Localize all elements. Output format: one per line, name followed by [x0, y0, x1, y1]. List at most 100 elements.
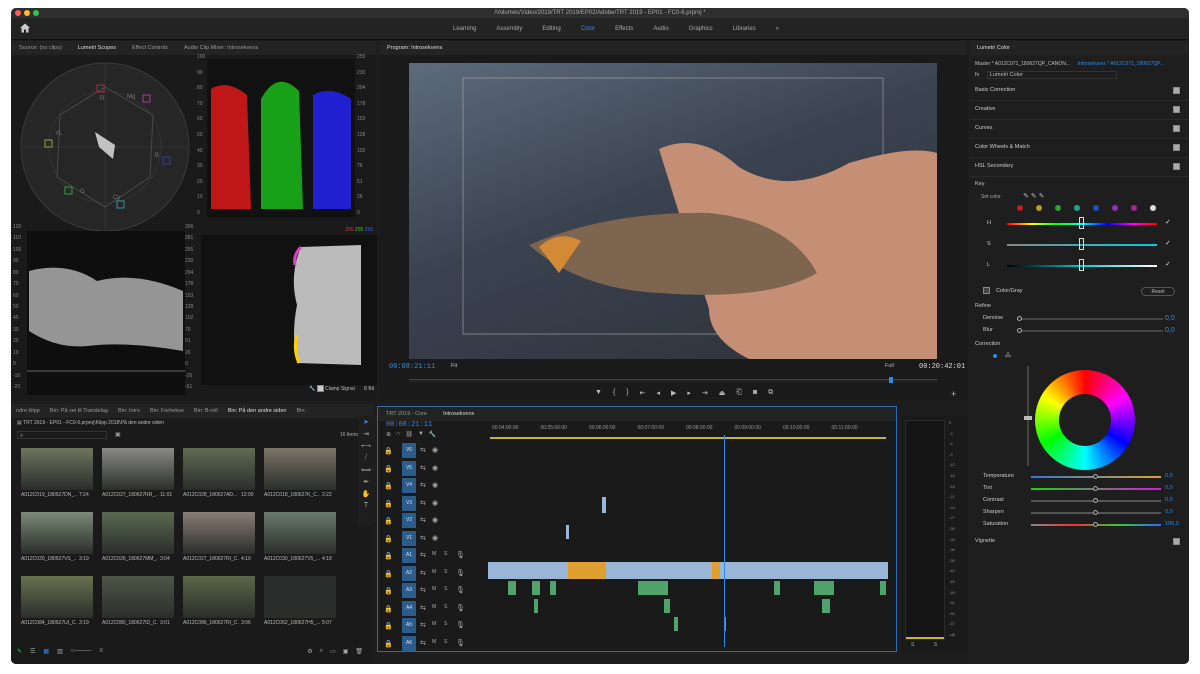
selection-tool-icon[interactable]: ➤: [363, 418, 369, 426]
track-label[interactable]: V2: [402, 513, 416, 528]
lock-icon[interactable]: 🔒: [384, 500, 393, 508]
quality-dropdown[interactable]: Full: [885, 363, 894, 369]
compare-icon[interactable]: ⧉: [768, 389, 773, 397]
master-clip-label[interactable]: Master * A012C071_180627QP_CANON...: [975, 61, 1070, 67]
video-clip[interactable]: [712, 562, 720, 579]
clamp-signal-checkbox[interactable]: [316, 385, 324, 392]
track-label[interactable]: A2: [402, 565, 416, 581]
key-section[interactable]: Key: [975, 181, 984, 187]
color-swatch[interactable]: [1017, 205, 1023, 211]
extract-icon[interactable]: ⎗: [736, 389, 742, 397]
hand-tool-icon[interactable]: ✋: [362, 490, 371, 498]
color-swatch[interactable]: [1131, 205, 1137, 211]
wrench-icon[interactable]: 🔧: [309, 386, 315, 392]
sync-icon[interactable]: ⇆: [420, 569, 426, 577]
eye-icon[interactable]: ◉: [432, 464, 438, 472]
mute-icon[interactable]: M: [432, 639, 436, 645]
mute-icon[interactable]: M: [432, 551, 436, 557]
sequence-clip-label[interactable]: Introsekvens * A012C071_180627QP...: [1077, 61, 1164, 67]
sync-icon[interactable]: ⇆: [420, 639, 426, 647]
lock-icon[interactable]: 🔒: [384, 482, 393, 490]
clip-thumbnail[interactable]: [21, 576, 93, 618]
clip-thumbnail[interactable]: [21, 512, 93, 554]
section-checkbox[interactable]: [1173, 125, 1180, 132]
find-icon[interactable]: ⌕: [320, 648, 323, 655]
param-value[interactable]: 0,0: [1165, 473, 1173, 479]
param-value[interactable]: 0,0: [1165, 497, 1173, 503]
workspace-tab-assembly[interactable]: Assembly: [486, 18, 532, 40]
source-tab[interactable]: Lumetri Scopes: [70, 45, 124, 51]
clip-thumbnail[interactable]: [264, 576, 336, 618]
clip-thumbnail[interactable]: [183, 576, 255, 618]
microphone-icon[interactable]: 🎙: [456, 569, 465, 577]
sync-icon[interactable]: ⇆: [420, 604, 426, 612]
hsl-slider[interactable]: [1007, 217, 1157, 229]
lumetri-color-title[interactable]: Lumetri Color: [969, 45, 1018, 51]
nest-icon[interactable]: ⊕: [386, 431, 391, 438]
audio-clip[interactable]: [674, 617, 678, 631]
program-scrub-bar[interactable]: [409, 377, 937, 383]
microphone-icon[interactable]: 🎙: [456, 586, 465, 594]
lock-icon[interactable]: 🔒: [384, 587, 393, 595]
source-tab[interactable]: Source: (no clips): [11, 45, 70, 51]
new-bin-footer-icon[interactable]: ▭: [330, 648, 336, 655]
solo-right-button[interactable]: S: [934, 642, 937, 648]
bin-tab[interactable]: Bin: På vei til Trøndelag: [45, 408, 113, 414]
param-slider[interactable]: [1031, 522, 1161, 527]
track-label[interactable]: A5: [402, 618, 416, 633]
add-button-icon[interactable]: +: [951, 389, 956, 399]
mark-out-icon[interactable]: }: [626, 389, 628, 397]
bin-tab[interactable]: Bin: Intro: [113, 408, 145, 414]
sync-icon[interactable]: ⇆: [420, 534, 426, 542]
hsl-check-icon[interactable]: ✓: [1165, 239, 1171, 247]
lock-icon[interactable]: 🔒: [384, 517, 393, 525]
home-icon[interactable]: [19, 22, 31, 34]
video-clip[interactable]: [488, 562, 888, 579]
clip-thumbnail[interactable]: [102, 576, 174, 618]
mute-icon[interactable]: M: [432, 621, 436, 627]
new-bin-icon[interactable]: ▣: [115, 431, 121, 438]
refine-section[interactable]: Refine: [975, 303, 991, 309]
clip-thumbnail[interactable]: [183, 512, 255, 554]
audio-clip[interactable]: [532, 581, 540, 595]
track-label[interactable]: V4: [402, 478, 416, 493]
bit-depth-select[interactable]: 8 Bit: [364, 386, 374, 392]
hsl-slider[interactable]: [1007, 238, 1157, 250]
fx-badge[interactable]: fx: [975, 72, 979, 78]
video-clip[interactable]: [568, 562, 606, 579]
solo-left-button[interactable]: S: [911, 642, 914, 648]
lumetri-section[interactable]: Curves: [975, 125, 992, 131]
param-slider[interactable]: [1031, 498, 1161, 503]
color-wheel[interactable]: [1035, 370, 1135, 470]
track-label[interactable]: A4: [402, 600, 416, 616]
section-checkbox[interactable]: [1173, 144, 1180, 151]
sync-icon[interactable]: ⇆: [420, 551, 426, 559]
solo-icon[interactable]: S: [444, 604, 447, 610]
one-wheel-icon[interactable]: [993, 354, 997, 358]
eye-icon[interactable]: ◉: [432, 516, 438, 524]
mute-icon[interactable]: M: [432, 604, 436, 610]
workspace-tab-audio[interactable]: Audio: [643, 18, 678, 40]
new-item-icon[interactable]: ▣: [343, 648, 349, 655]
microphone-icon[interactable]: 🎙: [456, 621, 465, 629]
eyedropper-icon[interactable]: ✎ ✎ ✎: [1023, 192, 1045, 200]
correction-section[interactable]: Correction: [975, 341, 1000, 347]
pencil-icon[interactable]: ✎: [17, 648, 22, 655]
solo-icon[interactable]: S: [444, 569, 447, 575]
workspace-tab-editing[interactable]: Editing: [532, 18, 570, 40]
param-value[interactable]: 100,0: [1165, 521, 1179, 527]
clip-thumbnail[interactable]: [183, 448, 255, 490]
clip-thumbnail[interactable]: [102, 512, 174, 554]
param-slider[interactable]: [1031, 474, 1161, 479]
snap-icon[interactable]: ∩: [396, 431, 400, 438]
track-label[interactable]: V1: [402, 530, 416, 546]
mute-icon[interactable]: M: [432, 586, 436, 592]
workspace-tab-effects[interactable]: Effects: [605, 18, 643, 40]
blur-slider[interactable]: [1017, 328, 1163, 333]
track-label[interactable]: A1: [402, 548, 416, 563]
lock-icon[interactable]: 🔒: [384, 535, 393, 543]
denoise-value[interactable]: 0,0: [1165, 315, 1175, 322]
audio-clip[interactable]: [508, 581, 516, 595]
lock-icon[interactable]: 🔒: [384, 447, 393, 455]
sync-icon[interactable]: ⇆: [420, 446, 426, 454]
